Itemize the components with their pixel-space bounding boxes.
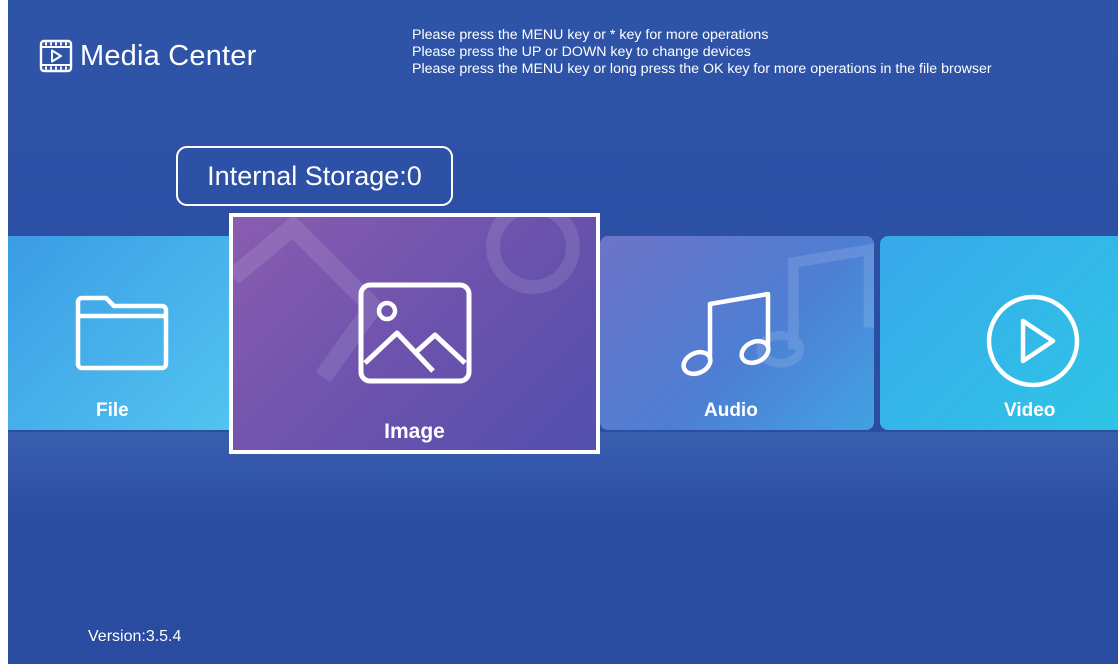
tile-label: Audio — [704, 400, 758, 421]
image-icon — [358, 282, 472, 384]
hint-line: Please press the MENU key or long press … — [412, 61, 992, 77]
hint-line: Please press the MENU key or * key for m… — [412, 27, 769, 43]
folder-icon — [75, 295, 169, 371]
tile-label: File — [96, 400, 129, 421]
music-note-icon — [681, 291, 771, 377]
app-header: Media Center — [38, 36, 257, 76]
audio-tile[interactable]: Audio — [600, 236, 874, 430]
tile-label: Video — [1004, 400, 1056, 421]
play-circle-icon — [986, 294, 1080, 388]
image-tile[interactable]: Image — [229, 213, 600, 454]
hint-line: Please press the UP or DOWN key to chang… — [412, 44, 751, 60]
video-tile[interactable]: Video — [880, 236, 1118, 430]
help-hints: Please press the MENU key or * key for m… — [412, 27, 992, 78]
storage-device-label[interactable]: Internal Storage:0 — [176, 146, 453, 206]
tile-label: Image — [384, 420, 445, 443]
version-label: Version:3.5.4 — [88, 628, 182, 645]
media-film-icon — [39, 39, 73, 73]
app-title: Media Center — [80, 39, 257, 72]
file-tile[interactable]: File — [8, 236, 235, 430]
media-center-screen: Media Center Please press the MENU key o… — [8, 0, 1118, 664]
